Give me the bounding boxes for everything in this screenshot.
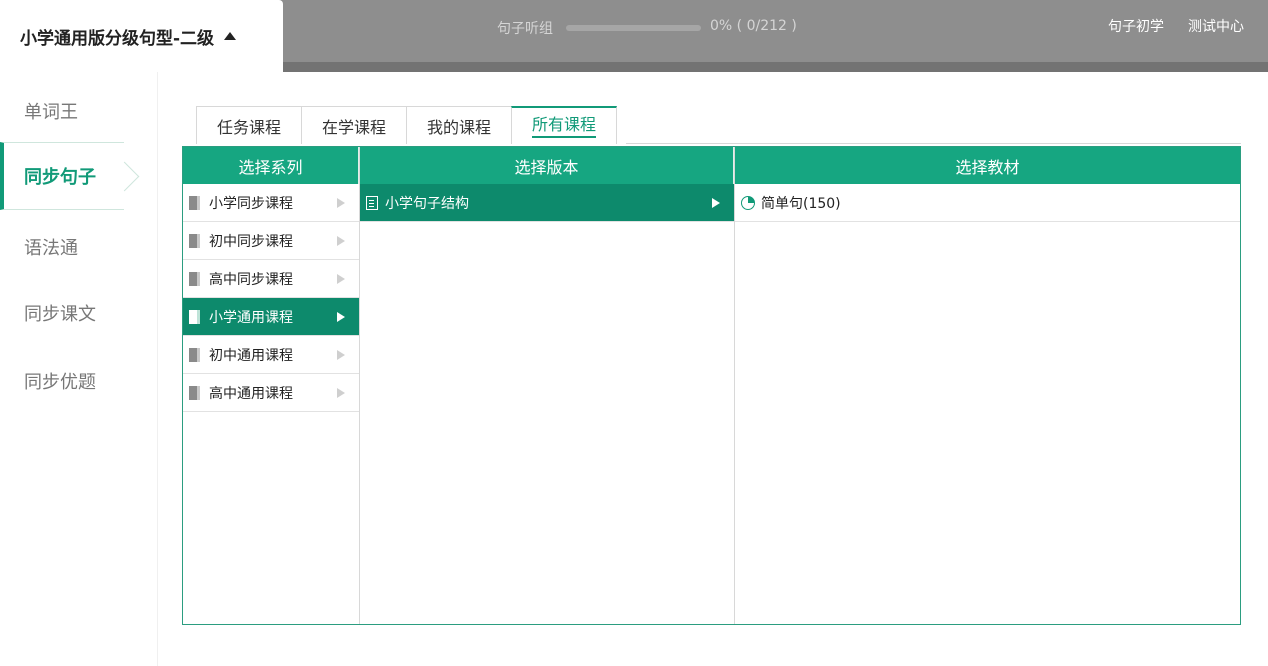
version-column: 选择版本 小学句子结构 (360, 147, 735, 624)
textbook-item[interactable]: 简单句(150) (735, 184, 1240, 222)
tab-my-courses[interactable]: 我的课程 (406, 106, 513, 144)
sidebar-item-sync-text[interactable]: 同步课文 (24, 300, 96, 326)
book-icon (189, 309, 200, 324)
sidebar-item-label: 同步句子 (24, 167, 96, 188)
progress-text: 0% ( 0/212 ) (710, 18, 797, 34)
series-item[interactable]: 初中通用课程 (183, 336, 359, 374)
link-test-center[interactable]: 测试中心 (1188, 16, 1244, 36)
series-item[interactable]: 高中通用课程 (183, 374, 359, 412)
sidebar-item-sync-questions[interactable]: 同步优题 (24, 368, 96, 394)
arrow-right-icon (337, 236, 345, 246)
arrow-right-icon (712, 198, 720, 208)
sidebar-item-grammar[interactable]: 语法通 (24, 234, 78, 260)
list-icon (366, 195, 378, 210)
tab-all-courses[interactable]: 所有课程 (511, 106, 618, 144)
course-tabs: 任务课程 在学课程 我的课程 所有课程 (196, 106, 618, 144)
textbook-column: 选择教材 简单句(150) (735, 147, 1240, 624)
progress-pie-icon (741, 195, 755, 210)
series-item[interactable]: 初中同步课程 (183, 222, 359, 260)
arrow-right-icon (337, 198, 345, 208)
sidebar: 单词王 同步句子 语法通 同步课文 同步优题 (0, 72, 158, 666)
column-header-series: 选择系列 (183, 147, 359, 184)
link-sentence-learning[interactable]: 句子初学 (1108, 16, 1164, 36)
series-item[interactable]: 小学同步课程 (183, 184, 359, 222)
series-item-selected[interactable]: 小学通用课程 (183, 298, 359, 336)
course-selector-panel: 选择系列 小学同步课程 初中同步课程 高中同步课程 小学通用课程 初中通用课程 … (182, 146, 1241, 625)
book-icon (189, 385, 200, 400)
arrow-right-icon (337, 274, 345, 284)
book-title: 小学通用版分级句型-二级 (20, 28, 215, 49)
listen-label: 句子听组 (497, 21, 553, 37)
arrow-right-icon (337, 388, 345, 398)
sidebar-item-sync-sentence[interactable]: 同步句子 (0, 142, 124, 210)
tab-task-courses[interactable]: 任务课程 (196, 106, 303, 144)
book-icon (189, 347, 200, 362)
book-icon (189, 233, 200, 248)
progress-bar (566, 25, 701, 31)
arrow-right-icon (337, 350, 345, 360)
version-item-selected[interactable]: 小学句子结构 (360, 184, 734, 222)
book-icon (189, 271, 200, 286)
book-selector[interactable]: 小学通用版分级句型-二级 (0, 0, 283, 72)
series-column: 选择系列 小学同步课程 初中同步课程 高中同步课程 小学通用课程 初中通用课程 … (183, 147, 360, 624)
arrow-right-icon (337, 312, 345, 322)
series-item[interactable]: 高中同步课程 (183, 260, 359, 298)
column-header-version: 选择版本 (360, 147, 734, 184)
book-icon (189, 195, 200, 210)
caret-up-icon (224, 32, 237, 40)
tab-learning-courses[interactable]: 在学课程 (301, 106, 408, 144)
column-header-textbook: 选择教材 (735, 147, 1240, 184)
tab-divider (626, 143, 1241, 144)
sidebar-item-word-king[interactable]: 单词王 (24, 98, 78, 124)
